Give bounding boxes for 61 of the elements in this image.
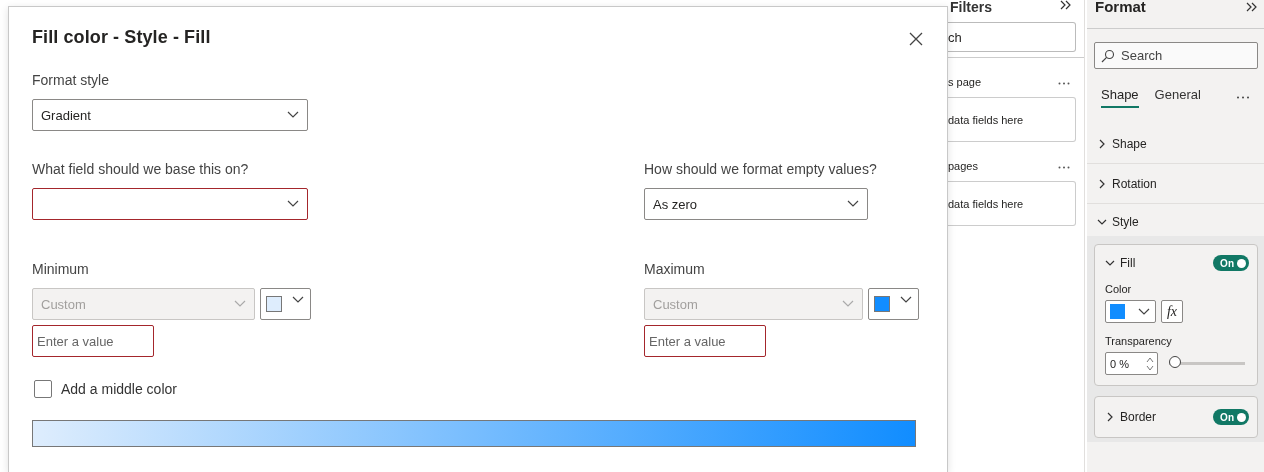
section-label: s page [948,76,982,88]
type-dropdown: Custom [32,288,255,320]
chevron-down-icon [287,200,299,208]
pane-title: Format [1095,0,1146,14]
transparency-input[interactable]: 0 % [1105,352,1158,375]
fx-button[interactable]: fx [1161,300,1183,323]
search-field[interactable]: ch [948,22,1076,52]
section-header[interactable]: Style [1087,204,1264,240]
toggle-switch[interactable]: On [1213,409,1249,425]
chevron-right-icon [1097,178,1107,189]
field-label: Minimum [32,261,90,277]
format-style-dropdown[interactable]: Gradient [32,99,308,131]
spin-arrows-icon[interactable] [1146,355,1154,372]
checkbox-label: Add a middle color [61,381,177,397]
field-label: How should we format empty values? [644,161,878,177]
slider-thumb[interactable] [1169,356,1181,368]
color-picker[interactable] [260,288,311,320]
expand-icon[interactable] [1060,0,1072,10]
chevron-down-icon [900,296,912,304]
chevron-down-icon [1105,258,1115,268]
type-dropdown: Custom [644,288,863,320]
section-label: pages [948,160,978,172]
search-field[interactable]: Search [1094,42,1258,69]
field-label: What field should we base this on? [32,161,250,177]
search-icon [1101,48,1115,63]
chevron-down-icon [847,200,859,208]
section-header[interactable]: Rotation [1087,164,1264,204]
color-picker[interactable] [868,288,919,320]
toggle-switch[interactable]: On [1213,255,1249,271]
chevron-down-icon [234,300,246,308]
checkbox[interactable] [34,380,52,398]
card-header[interactable]: Border [1105,410,1157,424]
tab[interactable]: Shape [1101,87,1139,108]
more-icon[interactable] [1058,82,1070,85]
tab[interactable]: General [1154,87,1201,108]
chevron-down-icon [287,111,299,119]
drop-well[interactable]: data fields here [948,181,1076,226]
close-icon[interactable] [909,32,923,46]
field-label: Format style [32,72,110,88]
chevron-right-icon [1097,138,1107,149]
chevron-right-icon [1105,412,1115,422]
chevron-down-icon [1097,217,1107,227]
chevron-down-icon [842,300,854,308]
pane-title: Filters [950,0,992,14]
more-icon[interactable] [1236,96,1250,99]
value-input[interactable]: Enter a value [644,325,766,357]
card-header[interactable]: Fill [1105,256,1136,270]
field-label: Transparency [1105,335,1173,347]
more-icon[interactable] [1058,166,1070,169]
drop-well[interactable]: data fields here [948,97,1076,142]
color-picker[interactable] [1105,300,1156,323]
value-input[interactable]: Enter a value [32,325,154,357]
field-dropdown[interactable] [32,188,308,220]
field-label: Maximum [644,261,706,277]
chevron-down-icon [1138,307,1150,316]
collapse-icon[interactable] [1246,2,1258,12]
chevron-down-icon [292,296,304,304]
empty-values-dropdown[interactable]: As zero [644,188,868,220]
dialog-title: Fill color - Style - Fill [32,26,211,48]
section-header[interactable]: Shape [1087,124,1264,164]
field-label: Color [1105,283,1133,295]
